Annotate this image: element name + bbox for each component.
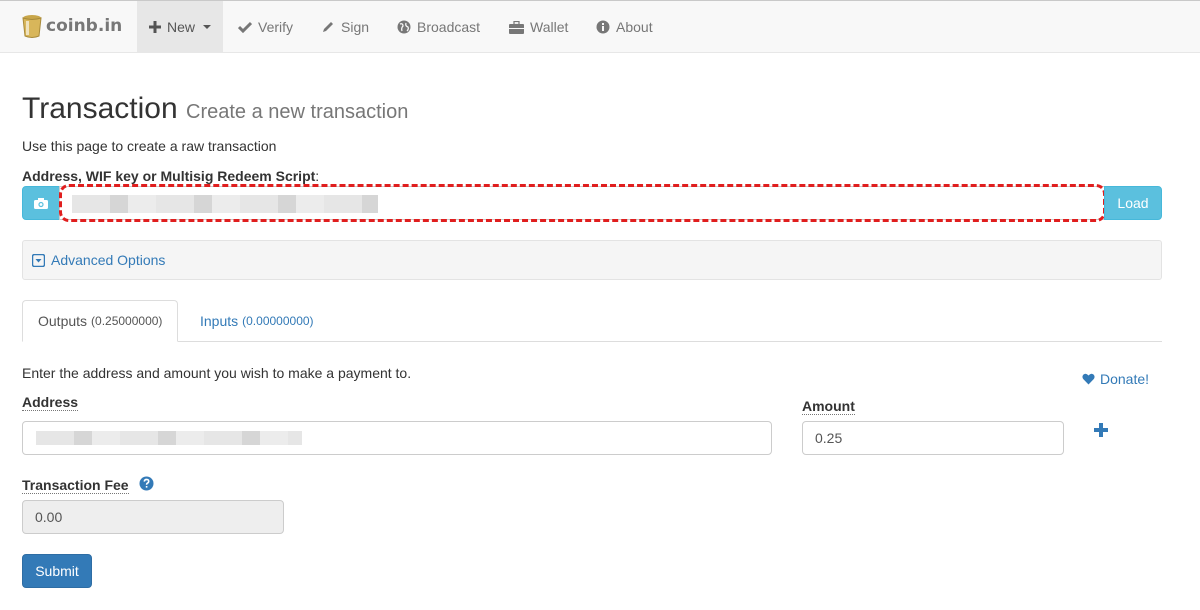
nav-wallet[interactable]: Wallet (509, 1, 568, 53)
donate-label: Donate! (1100, 371, 1150, 387)
tab-inputs-amount: (0.00000000) (242, 314, 314, 328)
scan-qr-button[interactable] (22, 186, 60, 220)
transaction-fee-label: Transaction Fee (22, 477, 129, 494)
nav-broadcast-label: Broadcast (417, 19, 481, 35)
pencil-icon (323, 22, 333, 32)
address-script-label: Address, WIF key or Multisig Redeem Scri… (22, 168, 320, 184)
address-script-input[interactable] (59, 186, 1106, 220)
donate-link[interactable]: Donate! (1082, 371, 1149, 387)
submit-button[interactable]: Submit (22, 554, 92, 588)
page-subtitle: Create a new transaction (186, 101, 409, 123)
camera-icon (34, 197, 48, 209)
amount-input[interactable] (802, 421, 1064, 455)
tab-inputs[interactable]: Inputs (0.00000000) (185, 300, 329, 342)
question-circle-icon[interactable] (139, 476, 154, 491)
nav-about-label: About (616, 19, 653, 35)
add-output-plus-icon[interactable] (1091, 420, 1111, 440)
check-icon (238, 21, 252, 33)
amount-label: Amount (802, 398, 855, 415)
nav-wallet-label: Wallet (530, 19, 569, 35)
load-button[interactable]: Load (1104, 186, 1162, 220)
globe-icon (397, 20, 411, 34)
brand-name: coinb.in (46, 16, 123, 36)
tab-outputs-amount: (0.25000000) (91, 314, 163, 328)
nav-new-label: New (166, 19, 195, 35)
advanced-options-panel (22, 240, 1162, 280)
top-navbar: coinb.in New Verify Sign Broadcast Walle… (0, 0, 1200, 53)
output-address-label: Address (22, 394, 79, 411)
info-icon (596, 20, 610, 34)
advanced-options-toggle[interactable]: Advanced Options (32, 252, 165, 268)
tab-outputs-label: Outputs (38, 313, 88, 329)
nav-sign[interactable]: Sign (321, 1, 369, 53)
briefcase-icon (509, 20, 524, 34)
advanced-options-label: Advanced Options (51, 252, 166, 268)
nav-broadcast[interactable]: Broadcast (397, 1, 480, 53)
nav-verify-label: Verify (258, 19, 294, 35)
bucket-logo-icon (22, 15, 42, 38)
nav-about[interactable]: About (596, 1, 653, 53)
outputs-description: Enter the address and amount you wish to… (22, 365, 412, 381)
tab-outputs[interactable]: Outputs (0.25000000) (22, 300, 179, 342)
transaction-fee-input[interactable] (22, 500, 284, 534)
page-description: Use this page to create a raw transactio… (22, 138, 277, 154)
brand-logo[interactable]: coinb.in (22, 13, 122, 39)
nav-sign-label: Sign (341, 19, 370, 35)
chevron-down-square-icon (32, 253, 45, 267)
page-title: Transaction (22, 92, 178, 125)
caret-down-icon (203, 25, 211, 29)
plus-icon (148, 21, 161, 33)
nav-new[interactable]: New (137, 1, 223, 53)
heart-icon (1082, 373, 1095, 385)
tab-inputs-label: Inputs (200, 313, 239, 329)
output-address-input[interactable] (22, 421, 772, 455)
nav-verify[interactable]: Verify (238, 1, 293, 53)
